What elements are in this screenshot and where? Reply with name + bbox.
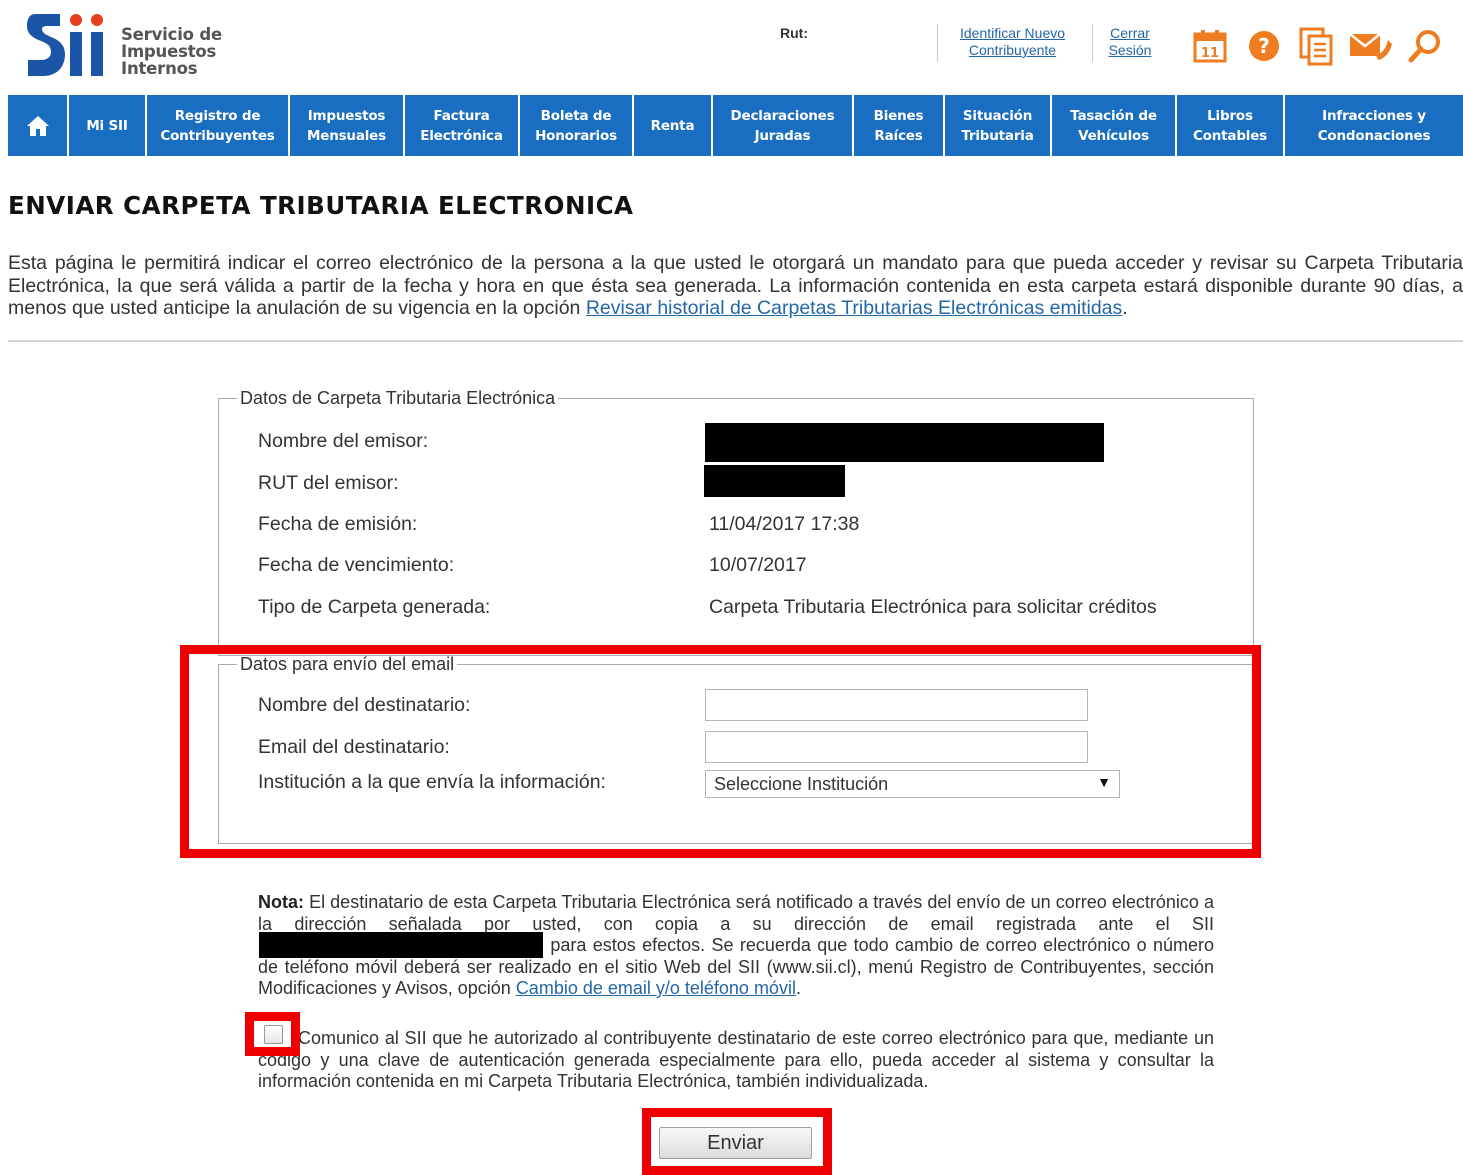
nav-libros-contables[interactable]: Libros Contables (1177, 95, 1285, 156)
tipo-carpeta-value: Carpeta Tributaria Electrónica para soli… (709, 596, 1157, 618)
submit-highlight (642, 1108, 832, 1175)
mail-icon[interactable] (1348, 26, 1396, 66)
calendar-icon[interactable]: 11 (1190, 26, 1230, 66)
nav-factura-electronica[interactable]: Factura Electrónica (405, 95, 520, 156)
help-icon[interactable]: ? (1244, 26, 1284, 66)
carpetas-history-link[interactable]: Revisar historial de Carpetas Tributaria… (586, 297, 1122, 319)
fecha-emision-label: Fecha de emisión: (258, 513, 418, 535)
nav-declaraciones-juradas[interactable]: Declaraciones Juradas (713, 95, 854, 156)
header-divider (1092, 24, 1093, 62)
nav-impuestos-mensuales[interactable]: Impuestos Mensuales (290, 95, 405, 156)
intro-paragraph: Esta página le permitirá indicar el corr… (8, 252, 1463, 319)
email-section-highlight (180, 645, 1261, 858)
nav-registro-contribuyentes[interactable]: Registro de Contribuyentes (147, 95, 290, 156)
sii-logo-mark (27, 14, 103, 76)
fecha-emision-value: 11/04/2017 17:38 (709, 513, 860, 535)
emisor-name-redacted (705, 423, 1104, 462)
nav-boleta-honorarios[interactable]: Boleta de Honorarios (520, 95, 634, 156)
nav-mi-sii[interactable]: Mi SII (69, 95, 147, 156)
search-icon[interactable] (1405, 26, 1445, 66)
nav-infracciones-condonaciones[interactable]: Infracciones y Condonaciones (1285, 95, 1463, 156)
main-nav: Mi SII Registro de Contribuyentes Impues… (8, 95, 1463, 156)
svg-text:?: ? (1258, 34, 1270, 58)
nav-bienes-raices[interactable]: Bienes Raíces (854, 95, 945, 156)
header-divider (937, 24, 938, 62)
registered-email-redacted (259, 932, 543, 958)
home-icon (26, 115, 49, 136)
page-title: ENVIAR CARPETA TRIBUTARIA ELECTRONICA (8, 191, 634, 220)
svg-text:11: 11 (1201, 46, 1219, 61)
emisor-name-label: Nombre del emisor: (258, 430, 429, 452)
identify-new-taxpayer-link[interactable]: Identificar Nuevo Contribuyente (945, 25, 1080, 59)
nav-situacion-tributaria[interactable]: Situación Tributaria (945, 95, 1052, 156)
consent-text: Comunico al SII que he autorizado al con… (258, 1028, 1214, 1091)
fecha-vencimiento-value: 10/07/2017 (709, 554, 807, 576)
emisor-rut-redacted (704, 465, 845, 497)
nav-renta[interactable]: Renta (634, 95, 713, 156)
sii-logo-text: Servicio de Impuestos Internos (121, 25, 222, 78)
carpeta-data-legend: Datos de Carpeta Tributaria Electrónica (240, 388, 556, 408)
sii-logo[interactable]: Servicio de Impuestos Internos (27, 10, 227, 82)
tipo-carpeta-label: Tipo de Carpeta generada: (258, 596, 491, 618)
nav-home[interactable] (8, 95, 69, 156)
checkbox-highlight (245, 1012, 300, 1056)
nav-tasacion-vehiculos[interactable]: Tasación de Vehículos (1052, 95, 1177, 156)
emisor-rut-label: RUT del emisor: (258, 472, 399, 494)
fecha-vencimiento-label: Fecha de vencimiento: (258, 554, 455, 576)
rut-label: Rut: (780, 25, 808, 41)
change-email-phone-link[interactable]: Cambio de email y/o teléfono móvil (516, 978, 796, 998)
documents-icon[interactable] (1296, 26, 1336, 66)
logout-link[interactable]: Cerrar Sesión (1100, 25, 1160, 59)
divider (8, 340, 1463, 342)
